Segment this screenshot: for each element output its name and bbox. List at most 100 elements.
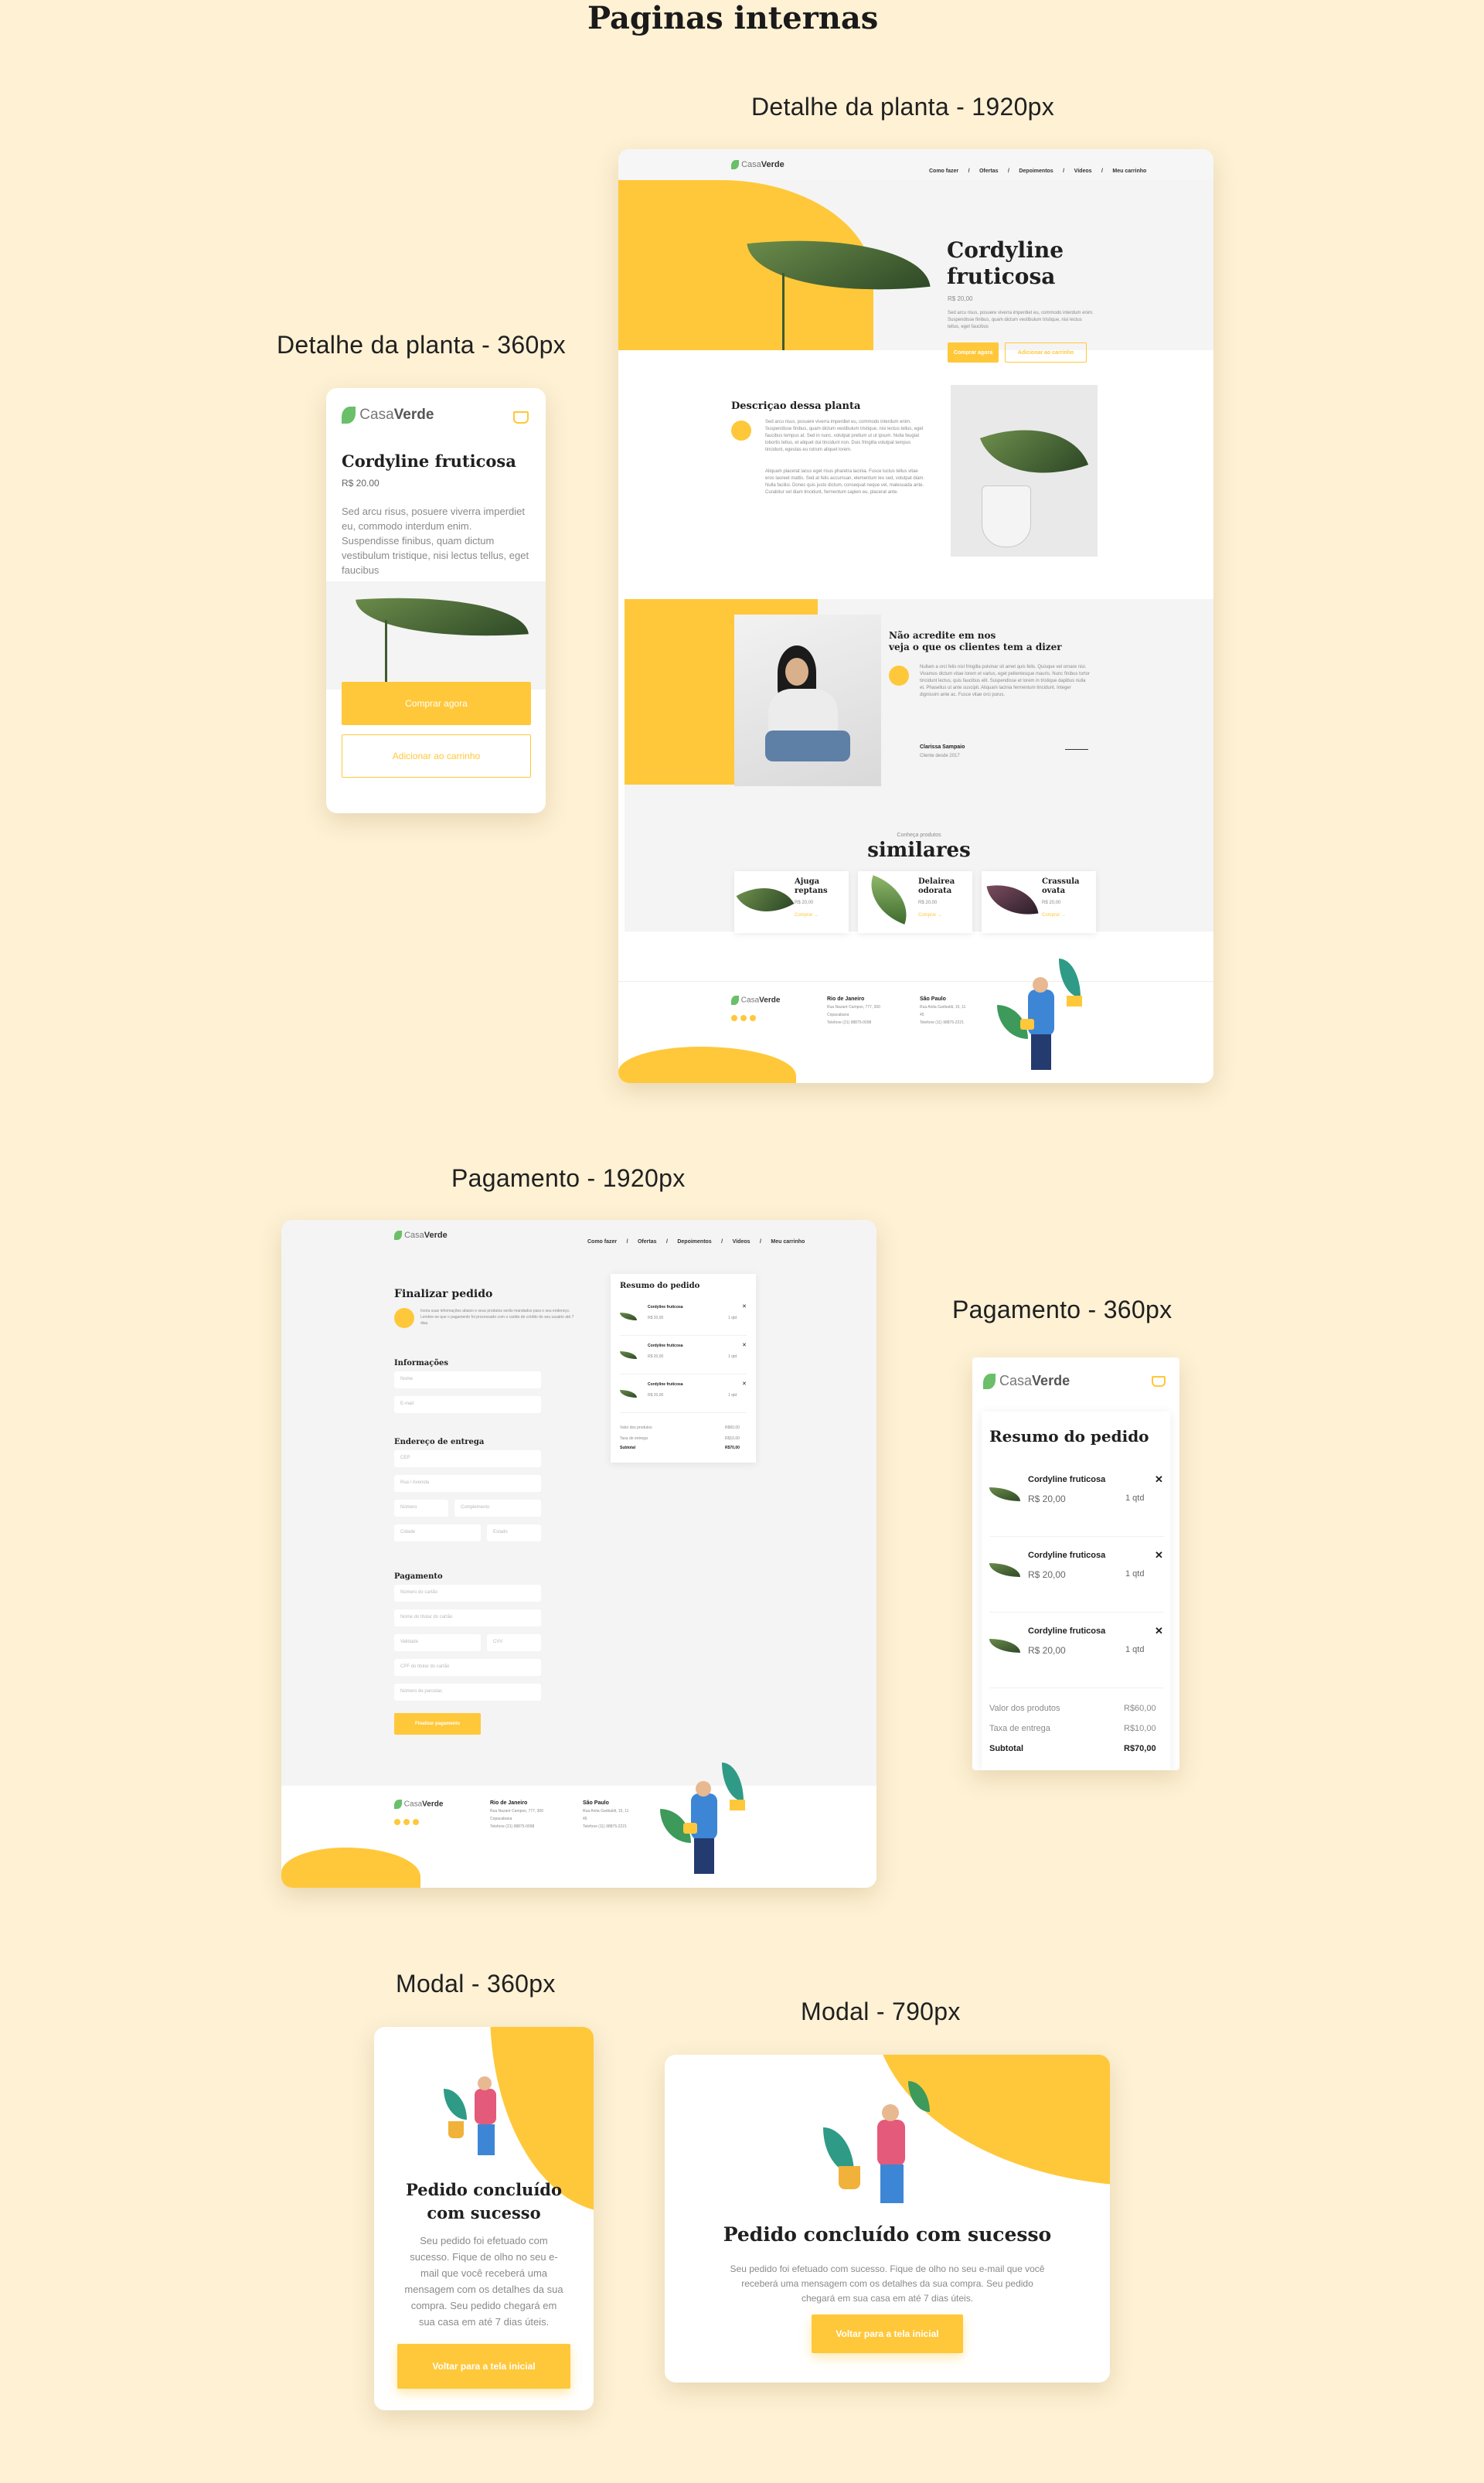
pay-header: CasaVerde Como fazer / Ofertas / Depoime…	[281, 1220, 876, 1251]
nav-depoimentos[interactable]: Depoimentos	[677, 1239, 711, 1245]
cpf-field[interactable]: CPF do titular do cartão	[394, 1659, 541, 1676]
logo[interactable]: CasaVerde	[731, 160, 785, 170]
nav-ofertas[interactable]: Ofertas	[979, 169, 999, 174]
state-field[interactable]: Estado	[487, 1524, 541, 1541]
summary-item-qty[interactable]: 1 qtd	[1125, 1645, 1144, 1654]
mobile-buy-button[interactable]: Comprar agora	[342, 682, 531, 725]
nav-cart[interactable]: Meu carrinho	[1112, 169, 1146, 174]
footer-line: Telefone (11) 98875-2221	[583, 1824, 627, 1829]
product-short-desc: Sed arcu risus, posuere viverra imperdie…	[948, 311, 1094, 329]
facebook-icon[interactable]	[731, 1015, 737, 1021]
modal-mobile-mockup: Pedido concluído com sucesso Seu pedido …	[374, 2027, 594, 2410]
payment-desktop-mockup: CasaVerde Como fazer / Ofertas / Depoime…	[281, 1220, 876, 1888]
similar-card[interactable]: Delairea odorata R$ 20,00 Comprar →	[858, 871, 972, 933]
product-title-line1: Cordyline	[947, 237, 1064, 263]
footer-logo[interactable]: CasaVerde	[731, 996, 780, 1005]
name-field[interactable]: Nome	[394, 1371, 541, 1388]
similar-card[interactable]: Ajuga reptans R$ 20,00 Comprar →	[734, 871, 849, 933]
footer-yellow-wave	[281, 1848, 420, 1888]
mobile-logo[interactable]: CasaVerde	[342, 407, 434, 424]
logo-text-casa: Casa	[740, 996, 760, 1005]
nav-sep: /	[721, 1239, 723, 1245]
confirm-payment-button[interactable]: Finalizar pagamento	[394, 1713, 481, 1735]
cart-icon[interactable]	[1152, 1376, 1166, 1387]
email-field[interactable]: E-mail	[394, 1396, 541, 1413]
summary-item: Cordyline fruticosa R$ 20,00 1 qtd ✕	[620, 1302, 747, 1336]
modal-title: Pedido concluído com sucesso	[374, 2178, 594, 2225]
instagram-icon[interactable]	[413, 1819, 419, 1825]
similar-card[interactable]: Crassula ovata R$ 20,00 Comprar →	[982, 871, 1096, 933]
summary-item-qty[interactable]: 1 qtd	[1125, 1569, 1144, 1579]
cvv-field[interactable]: CVV	[487, 1634, 541, 1651]
close-icon[interactable]: ✕	[1155, 1473, 1163, 1486]
nav-como-fazer[interactable]: Como fazer	[929, 169, 958, 174]
product-price: R$ 20,00	[948, 295, 973, 302]
footer-col-rio: Rio de Janeiro Rua Nazaré Campos, 777, 3…	[490, 1800, 543, 1831]
similar-name-2: reptans	[795, 887, 828, 895]
nav-sep: /	[759, 1239, 761, 1245]
mobile-add-to-cart-button[interactable]: Adicionar ao carrinho	[342, 734, 531, 778]
remove-icon[interactable]: ✕	[742, 1342, 747, 1348]
summary-item-qty[interactable]: 1 qtd	[1125, 1494, 1144, 1503]
similar-buy-link[interactable]: Comprar →	[1042, 913, 1066, 918]
hero: Cordyline fruticosa R$ 20,00 Sed arcu ri…	[618, 180, 1213, 363]
twitter-icon[interactable]	[403, 1819, 410, 1825]
nav-depoimentos[interactable]: Depoimentos	[1019, 169, 1053, 174]
summary-item-name: Cordyline fruticosa	[648, 1382, 683, 1387]
card-name-field[interactable]: Nome do titular do cartão	[394, 1609, 541, 1626]
footer-line: Copacabana	[490, 1817, 512, 1821]
plant-thumbnail	[620, 1351, 637, 1359]
arrow-right-icon[interactable]	[1065, 749, 1088, 750]
summary-item-qty[interactable]: 1 qtd	[728, 1391, 737, 1400]
mobile-product-price: R$ 20.00	[342, 478, 380, 489]
back-home-button[interactable]: Voltar para a tela inicial	[812, 2314, 963, 2353]
gardener-body	[877, 2120, 905, 2166]
summary-item-qty[interactable]: 1 qtd	[728, 1353, 737, 1361]
summary-item: Cordyline fruticosa R$ 20,00 1 qtd ✕	[620, 1379, 747, 1413]
add-to-cart-button[interactable]: Adicionar ao carrinho	[1005, 342, 1087, 363]
similar-buy-link[interactable]: Comprar →	[795, 913, 819, 918]
remove-icon[interactable]: ✕	[742, 1381, 747, 1387]
facebook-icon[interactable]	[394, 1819, 400, 1825]
footer-line: Telefone (21) 98875-0098	[827, 1020, 872, 1025]
summary-panel: Resumo do pedido Cordyline fruticosa R$ …	[982, 1412, 1170, 1770]
remove-icon[interactable]: ✕	[742, 1303, 747, 1310]
close-icon[interactable]: ✕	[1155, 1625, 1163, 1637]
checkout-icon	[394, 1308, 414, 1328]
nav-ofertas[interactable]: Ofertas	[638, 1239, 657, 1245]
number-field[interactable]: Número	[394, 1500, 448, 1517]
logo-text-verde: Verde	[393, 407, 434, 424]
testimonial-heading: Não acredite em nos veja o que os client…	[889, 630, 1062, 653]
address-section-title: Endereço de entrega	[394, 1438, 485, 1446]
buy-now-button[interactable]: Comprar agora	[948, 342, 999, 363]
total-label: Subtotal	[989, 1744, 1023, 1753]
twitter-icon[interactable]	[740, 1015, 747, 1021]
description-text-1: Sed arcu risus, posuere viverra imperdie…	[765, 420, 924, 452]
testimonial-location: Cliente desde 2017	[920, 754, 960, 758]
nav-cart[interactable]: Meu carrinho	[771, 1239, 805, 1245]
nav-videos[interactable]: Vídeos	[733, 1239, 751, 1245]
instagram-icon[interactable]	[750, 1015, 756, 1021]
installments-field[interactable]: Número de parcelas	[394, 1684, 541, 1701]
similar-buy-link[interactable]: Comprar →	[918, 913, 942, 918]
page-title: Paginas internas	[587, 0, 879, 36]
cep-field[interactable]: CEP	[394, 1450, 541, 1467]
complement-field[interactable]: Complemento	[454, 1500, 541, 1517]
nav-como-fazer[interactable]: Como fazer	[587, 1239, 617, 1245]
card-number-field[interactable]: Número do cartão	[394, 1585, 541, 1602]
pay-logo[interactable]: CasaVerde	[394, 1231, 448, 1241]
nav-videos[interactable]: Vídeos	[1074, 169, 1092, 174]
description-icon	[731, 421, 751, 441]
street-field[interactable]: Rua / Avenida	[394, 1475, 541, 1492]
pot	[1067, 996, 1082, 1006]
back-home-button[interactable]: Voltar para a tela inicial	[397, 2344, 570, 2389]
close-icon[interactable]: ✕	[1155, 1549, 1163, 1562]
plant-leaf	[444, 2089, 467, 2120]
logo-text-casa: Casa	[359, 407, 394, 424]
validity-field[interactable]: Validade	[394, 1634, 481, 1651]
city-field[interactable]: Cidade	[394, 1524, 481, 1541]
cart-icon[interactable]	[513, 411, 529, 424]
mobile-logo[interactable]: CasaVerde	[983, 1373, 1070, 1390]
summary-item-qty[interactable]: 1 qtd	[728, 1314, 737, 1323]
footer-logo[interactable]: CasaVerde	[394, 1800, 443, 1809]
